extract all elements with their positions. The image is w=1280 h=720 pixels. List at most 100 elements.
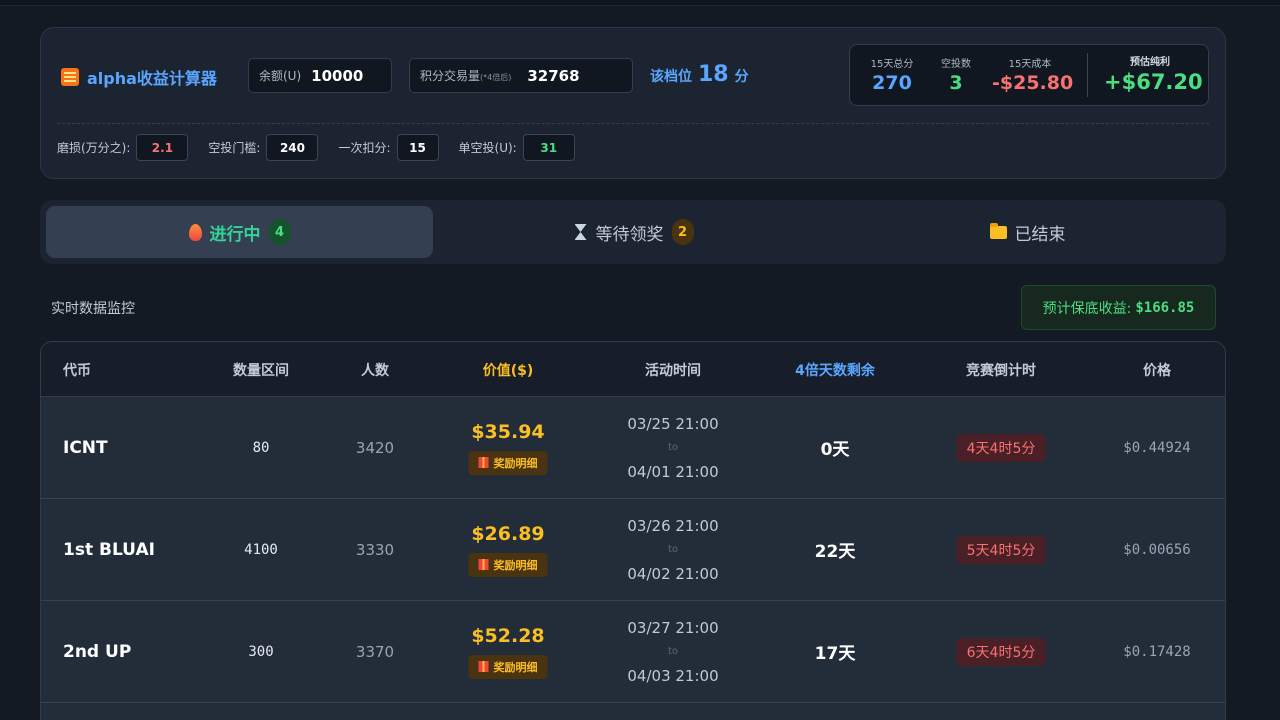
quantity-range: 300 <box>248 643 274 660</box>
countdown-badge: 5天4时5分 <box>956 535 1046 564</box>
quantity-range: 80 <box>252 439 270 456</box>
token-table: 代币 数量区间 人数 价值($) 活动时间 4倍天数剩余 竞赛倒计时 价格 IC… <box>40 341 1226 720</box>
status-tabs: 进行中 4 等待领奖 2 已结束 <box>40 200 1226 264</box>
value-amount: $26.89 <box>471 522 545 545</box>
stat-total-points-value: 270 <box>872 72 912 94</box>
tab-ended[interactable]: 已结束 <box>834 206 1221 258</box>
param-threshold-input[interactable]: 240 <box>266 134 319 161</box>
param-deduction-input[interactable]: 15 <box>396 134 439 161</box>
tab-ended-label: 已结束 <box>1014 224 1066 245</box>
param-wear-input[interactable]: 2.1 <box>136 134 189 161</box>
param-wear-label: 磨损(万分之): <box>57 141 131 155</box>
end-time: 04/01 21:00 <box>627 462 719 481</box>
top-bar <box>0 0 1280 6</box>
tier-label: 该档位 <box>650 69 692 85</box>
stat-airdrops-label: 空投数 <box>941 59 971 70</box>
stat-cost-value: -$25.80 <box>992 72 1074 94</box>
stat-profit-label: 预估纯利 <box>1130 57 1170 68</box>
stat-airdrops: 空投数 3 <box>934 55 978 94</box>
tab-in-progress-label: 进行中 <box>209 224 261 245</box>
header-quantity[interactable]: 数量区间 <box>233 360 289 380</box>
volume-input[interactable]: 32768 <box>527 67 579 85</box>
guarantee-badge: 预计保底收益: $166.85 <box>1021 285 1216 330</box>
monitor-title: 实时数据监控 <box>51 301 135 317</box>
param-airdrop-value: 单空投(U): 31 <box>459 134 575 161</box>
reward-details-button[interactable]: 奖励明细 <box>468 552 548 577</box>
header-token[interactable]: 代币 <box>63 360 91 380</box>
start-time: 03/26 21:00 <box>627 516 719 535</box>
reward-details-label: 奖励明细 <box>493 456 538 470</box>
stat-profit: 预估纯利 +$67.20 <box>1104 53 1203 94</box>
table-row[interactable]: 1st BLUAI 4100 3330 $26.89 奖励明细 03/26 21… <box>41 499 1225 601</box>
table-row[interactable]: 2nd UP 300 3370 $52.28 奖励明细 03/27 21:00 … <box>41 601 1225 703</box>
volume-label: 积分交易量(*4倍后) <box>420 69 512 83</box>
people-count: 3330 <box>355 540 395 559</box>
guarantee-label: 预计保底收益: <box>1042 300 1132 317</box>
balance-input[interactable]: 10000 <box>311 67 363 85</box>
fire-icon <box>188 223 202 241</box>
quantity-range: 4100 <box>244 541 278 558</box>
abacus-icon <box>61 68 79 86</box>
reward-details-button[interactable]: 奖励明细 <box>468 654 548 679</box>
header-time[interactable]: 活动时间 <box>645 360 701 380</box>
param-threshold-label: 空投门槛: <box>208 141 261 155</box>
tier-display: 该档位 18 分 <box>650 62 749 87</box>
token-name: ICNT <box>63 437 108 458</box>
stat-cost: 15天成本 -$25.80 <box>992 55 1074 94</box>
header-value[interactable]: 价值($) <box>483 360 534 380</box>
stat-total-points: 15天总分 270 <box>866 55 918 94</box>
table-header: 代币 数量区间 人数 价值($) 活动时间 4倍天数剩余 竞赛倒计时 价格 <box>41 342 1225 397</box>
tier-value: 18 <box>698 62 729 87</box>
token-name: 1st BLUAI <box>63 539 155 560</box>
stats-summary: 15天总分 270 空投数 3 15天成本 -$25.80 预估纯利 +$67.… <box>849 44 1209 106</box>
calculator-title-text: alpha收益计算器 <box>87 69 217 88</box>
reward-details-label: 奖励明细 <box>493 660 538 674</box>
token-price: $0.00656 <box>1123 541 1191 558</box>
calculator-panel: alpha收益计算器 余额(U) 10000 积分交易量(*4倍后) 32768… <box>40 27 1226 179</box>
header-price[interactable]: 价格 <box>1143 360 1171 380</box>
token-price: $0.17428 <box>1123 643 1191 660</box>
params-row: 磨损(万分之): 2.1 空投门槛: 240 一次扣分: 15 单空投(U): … <box>57 134 595 161</box>
days-remaining: 0天 <box>820 440 850 460</box>
hourglass-icon <box>574 223 588 241</box>
header-days[interactable]: 4倍天数剩余 <box>795 360 875 380</box>
param-wear: 磨损(万分之): 2.1 <box>57 134 189 161</box>
to-separator: to <box>667 543 679 555</box>
to-separator: to <box>667 441 679 453</box>
to-separator: to <box>667 645 679 657</box>
stats-divider <box>1087 53 1088 97</box>
gift-icon <box>478 559 489 570</box>
header-countdown[interactable]: 竞赛倒计时 <box>966 360 1036 380</box>
param-threshold: 空投门槛: 240 <box>208 134 319 161</box>
param-airdrop-value-input[interactable]: 31 <box>522 134 575 161</box>
reward-details-button[interactable]: 奖励明细 <box>468 450 548 475</box>
tab-awaiting-reward-count: 2 <box>671 219 694 245</box>
balance-field[interactable]: 余额(U) 10000 <box>248 58 392 93</box>
param-deduction: 一次扣分: 15 <box>338 134 439 161</box>
days-remaining: 17天 <box>814 644 856 664</box>
param-airdrop-value-label: 单空投(U): <box>458 141 517 155</box>
balance-label: 余额(U) <box>259 69 302 83</box>
tab-awaiting-reward-label: 等待领奖 <box>595 224 664 245</box>
token-price: $0.44924 <box>1123 439 1191 456</box>
reward-details-label: 奖励明细 <box>493 558 538 572</box>
volume-note: (*4倍后) <box>480 73 512 82</box>
stat-total-points-label: 15天总分 <box>870 59 914 70</box>
stat-airdrops-value: 3 <box>949 72 963 94</box>
stat-cost-label: 15天成本 <box>1008 59 1052 70</box>
people-count: 3420 <box>355 438 395 457</box>
tab-in-progress-count: 4 <box>268 219 291 245</box>
token-name: 2nd UP <box>63 641 132 662</box>
tab-awaiting-reward[interactable]: 等待领奖 2 <box>440 206 827 258</box>
divider <box>57 123 1209 124</box>
header-people[interactable]: 人数 <box>361 360 389 380</box>
volume-field[interactable]: 积分交易量(*4倍后) 32768 <box>409 58 633 93</box>
tab-in-progress[interactable]: 进行中 4 <box>46 206 433 258</box>
countdown-badge: 6天4时5分 <box>956 637 1046 666</box>
gift-icon <box>478 457 489 468</box>
days-remaining: 22天 <box>814 542 856 562</box>
countdown-badge: 4天4时5分 <box>956 433 1046 462</box>
param-deduction-label: 一次扣分: <box>338 141 391 155</box>
calculator-title: alpha收益计算器 <box>61 65 217 89</box>
table-row[interactable]: ICNT 80 3420 $35.94 奖励明细 03/25 21:00 to … <box>41 397 1225 499</box>
